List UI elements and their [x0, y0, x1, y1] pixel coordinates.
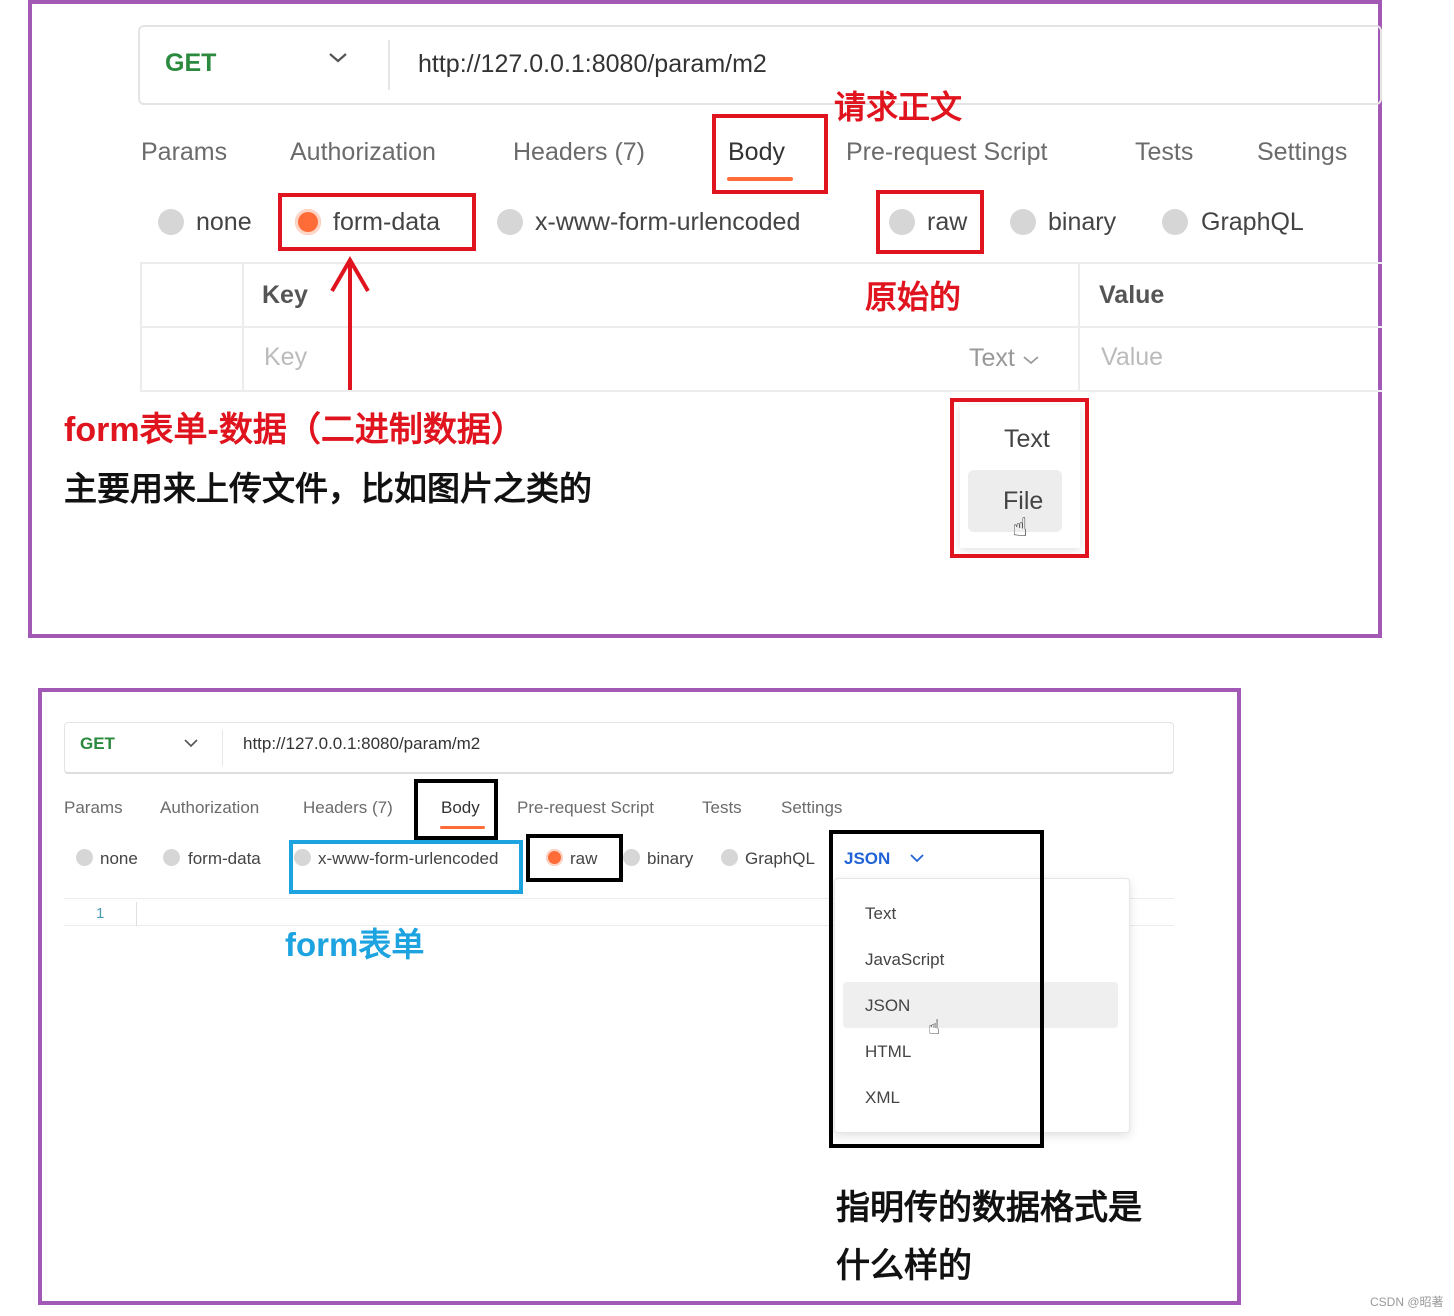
top-option-none-label[interactable]: none — [196, 208, 252, 237]
top-key-input[interactable]: Key — [264, 343, 307, 372]
top-option-binary-label[interactable]: binary — [1048, 208, 1116, 237]
bottom-tab-tests[interactable]: Tests — [702, 798, 742, 818]
top-table-col-divider-2 — [1078, 262, 1080, 392]
top-radio-binary[interactable] — [1010, 209, 1036, 235]
bottom-method-divider — [222, 730, 223, 766]
top-option-urlencoded-label[interactable]: x-www-form-urlencoded — [535, 208, 800, 237]
format-annotation-line2: 什么样的 — [836, 1247, 972, 1285]
bottom-url-input[interactable]: http://127.0.0.1:8080/param/m2 — [243, 734, 480, 754]
bottom-tab-settings[interactable]: Settings — [781, 798, 842, 818]
bottom-tab-headers[interactable]: Headers (7) — [303, 798, 393, 818]
top-radio-graphql[interactable] — [1162, 209, 1188, 235]
bottom-radio-binary[interactable] — [623, 849, 640, 866]
form-data-annotation-desc: 主要用来上传文件，比如图片之类的 — [64, 470, 592, 507]
top-method-divider — [388, 40, 390, 90]
top-url-input[interactable]: http://127.0.0.1:8080/param/m2 — [418, 50, 767, 79]
top-type-selector-label: Text — [969, 344, 1015, 372]
form-data-arrow-icon — [330, 256, 370, 390]
bottom-tab-authorization[interactable]: Authorization — [160, 798, 259, 818]
top-method-chevron-down-icon[interactable] — [327, 50, 349, 71]
format-annotation-line1: 指明传的数据格式是 — [836, 1189, 1142, 1227]
form-data-highlight — [278, 193, 476, 251]
bottom-option-none-label[interactable]: none — [100, 849, 138, 869]
bottom-method-chevron-down-icon[interactable] — [183, 736, 199, 754]
bottom-body-tab-highlight — [414, 779, 498, 840]
bottom-radio-none[interactable] — [76, 849, 93, 866]
urlencoded-annotation: form表单 — [285, 926, 425, 963]
top-tab-pre-request-script[interactable]: Pre-request Script — [846, 138, 1047, 167]
bottom-option-form-data-label[interactable]: form-data — [188, 849, 261, 869]
top-radio-urlencoded[interactable] — [497, 209, 523, 235]
body-annotation: 请求正文 — [834, 89, 963, 125]
top-tab-authorization[interactable]: Authorization — [290, 138, 436, 167]
top-type-chevron-down-icon — [1023, 356, 1039, 365]
top-table-col-divider-1 — [242, 262, 244, 392]
top-type-selector[interactable]: Text — [969, 344, 1040, 373]
type-dropdown-highlight — [950, 398, 1089, 558]
top-radio-none[interactable] — [158, 209, 184, 235]
raw-annotation: 原始的 — [865, 279, 962, 315]
top-value-header: Value — [1099, 281, 1165, 309]
urlencoded-highlight — [289, 840, 523, 894]
top-tab-params[interactable]: Params — [141, 138, 227, 167]
body-tab-highlight — [712, 114, 828, 194]
format-dropdown-highlight — [829, 830, 1044, 1148]
raw-highlight — [876, 190, 984, 254]
top-option-graphql-label[interactable]: GraphQL — [1201, 208, 1304, 237]
top-tab-tests[interactable]: Tests — [1135, 138, 1193, 167]
top-tab-settings[interactable]: Settings — [1257, 138, 1347, 167]
bottom-radio-form-data[interactable] — [163, 849, 180, 866]
top-method-label: GET — [165, 49, 217, 77]
bottom-request-bar — [64, 722, 1174, 774]
watermark: CSDN @昭著 — [1370, 1295, 1444, 1309]
bottom-option-binary-label[interactable]: binary — [647, 849, 693, 869]
top-value-input[interactable]: Value — [1101, 343, 1163, 372]
bottom-raw-highlight — [526, 834, 623, 882]
bottom-method-label[interactable]: GET — [80, 734, 115, 754]
bottom-editor-line-number: 1 — [96, 905, 105, 922]
bottom-tab-pre-request-script[interactable]: Pre-request Script — [517, 798, 654, 818]
top-key-header: Key — [262, 281, 308, 309]
bottom-tab-params[interactable]: Params — [64, 798, 123, 818]
bottom-option-graphql-label[interactable]: GraphQL — [745, 849, 815, 869]
form-data-annotation-title: form表单-数据（二进制数据） — [64, 411, 525, 449]
bottom-editor-gutter-divider — [136, 902, 137, 926]
bottom-radio-graphql[interactable] — [721, 849, 738, 866]
top-tab-headers[interactable]: Headers (7) — [513, 138, 645, 167]
